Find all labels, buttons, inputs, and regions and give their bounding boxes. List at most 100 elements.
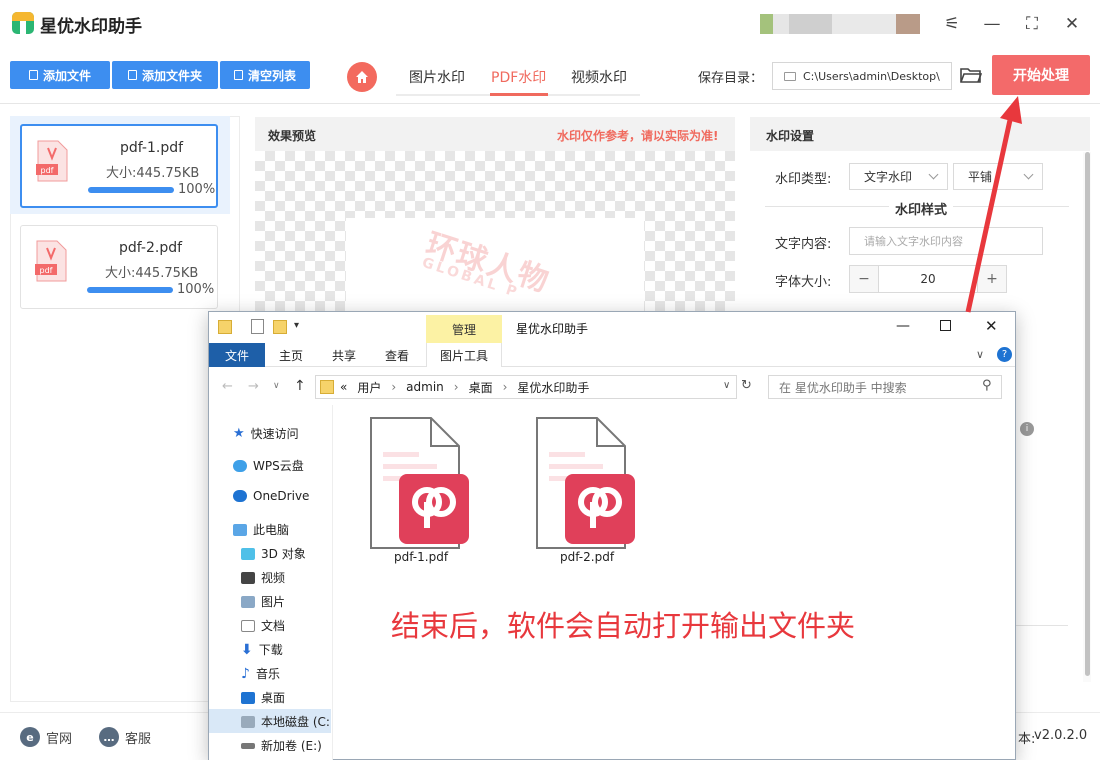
star-icon: ★ — [233, 426, 245, 441]
help-icon[interactable]: ? — [997, 347, 1012, 362]
up-arrow-icon[interactable]: ↑ — [294, 378, 306, 394]
title-bar — [0, 0, 1100, 48]
forward-arrow-icon[interactable]: → — [248, 379, 259, 394]
nav-onedrive[interactable]: OneDrive — [233, 489, 309, 503]
file-item[interactable]: pdf pdf-2.pdf 大小:445.75KB 100% — [20, 225, 218, 309]
decrease-button[interactable]: − — [850, 266, 878, 292]
computer-icon — [233, 523, 247, 536]
nav-volume-e[interactable]: 新加卷 (E:) — [241, 737, 322, 754]
breadcrumb-admin[interactable]: admin — [406, 380, 444, 394]
file-item[interactable]: pdf pdf-1.pdf 大小:445.75KB 100% — [20, 124, 218, 208]
version-text: v2.0.2.0 — [1034, 728, 1088, 743]
settings-icon[interactable]: ⚟ — [938, 10, 966, 38]
chevron-down-icon — [928, 169, 939, 180]
nav-desktop[interactable]: 桌面 — [241, 689, 285, 706]
drive-icon — [241, 742, 255, 749]
tab-image-watermark[interactable]: 图片水印 — [409, 67, 465, 87]
close-icon[interactable]: ✕ — [1058, 10, 1086, 38]
explorer-file-item[interactable] — [369, 416, 479, 554]
file-size: 大小:445.75KB — [106, 166, 200, 181]
save-dir-input[interactable]: C:\Users\admin\Desktop\ — [772, 62, 952, 90]
minimize-icon[interactable]: — — [978, 10, 1006, 38]
breadcrumb-desktop[interactable]: 桌面 — [469, 379, 493, 396]
breadcrumb-sep-icon: › — [453, 380, 459, 394]
file-icon — [28, 70, 38, 80]
progress-percent: 100% — [178, 182, 216, 197]
progress-bar — [87, 287, 173, 293]
official-site-link[interactable]: e 官网 — [20, 727, 72, 747]
watermark-style-title: 水印样式 — [889, 199, 954, 218]
ribbon-tab-picture-tools[interactable]: 图片工具 — [426, 343, 502, 367]
explorer-file-name[interactable]: pdf-1.pdf — [394, 550, 448, 564]
explorer-maximize-icon[interactable] — [940, 320, 951, 331]
ribbon-tab-home[interactable]: 主页 — [279, 347, 303, 364]
recent-dropdown-icon[interactable]: ∨ — [273, 381, 280, 391]
nav-local-disk-c[interactable]: 本地磁盘 (C: — [241, 713, 330, 730]
nav-music[interactable]: ♪ 音乐 — [241, 665, 280, 682]
properties-icon[interactable] — [251, 319, 264, 334]
version-prefix: 本: — [1018, 732, 1036, 747]
nav-downloads[interactable]: ⬇ 下载 — [241, 641, 283, 658]
explorer-search-input[interactable]: 在 星优水印助手 中搜索 — [768, 375, 1002, 399]
breadcrumb-users[interactable]: 用户 — [357, 379, 381, 396]
download-icon: ⬇ — [241, 641, 253, 658]
nav-this-pc[interactable]: 此电脑 — [233, 521, 289, 538]
explorer-title: 星优水印助手 — [516, 322, 589, 336]
open-folder-icon[interactable] — [960, 66, 982, 84]
ribbon-expand-icon[interactable]: ∨ — [976, 348, 984, 361]
progress-bar — [88, 187, 174, 193]
address-bar[interactable]: « 用户 › admin › 桌面 › 星优水印助手 — [315, 375, 737, 399]
explorer-file-item[interactable] — [535, 416, 645, 554]
add-folder-button[interactable]: 添加文件夹 — [112, 61, 218, 89]
tab-pdf-watermark[interactable]: PDF水印 — [491, 67, 546, 87]
nav-3d-objects[interactable]: 3D 对象 — [241, 545, 306, 562]
clear-list-button[interactable]: 清空列表 — [220, 61, 310, 89]
tab-video-watermark[interactable]: 视频水印 — [571, 67, 627, 87]
ribbon-tab-file[interactable]: 文件 — [209, 343, 265, 367]
customer-service-link[interactable]: … 客服 — [99, 727, 151, 747]
start-process-button[interactable]: 开始处理 — [992, 55, 1090, 95]
folder-small-icon — [784, 72, 796, 81]
preview-note: 水印仅作参考，请以实际为准! — [557, 129, 719, 143]
ribbon-tab-share[interactable]: 共享 — [332, 347, 356, 364]
settings-title: 水印设置 — [766, 129, 815, 143]
progress-percent: 100% — [177, 282, 215, 297]
nav-pictures[interactable]: 图片 — [241, 593, 285, 610]
file-size: 大小:445.75KB — [105, 266, 199, 281]
info-icon[interactable]: i — [1020, 422, 1034, 436]
quick-access-dropdown-icon[interactable]: ▾ — [294, 320, 299, 331]
globe-icon: e — [20, 727, 40, 747]
address-dropdown-icon[interactable]: ∨ — [723, 380, 730, 391]
pdf-file-icon: pdf — [36, 140, 68, 182]
manage-tab[interactable]: 管理 — [426, 315, 502, 343]
nav-documents[interactable]: 文档 — [241, 617, 285, 634]
nav-quick-access[interactable]: ★ 快速访问 — [233, 425, 299, 442]
annotation-message: 结束后，软件会自动打开输出文件夹 — [391, 609, 856, 643]
user-avatar[interactable] — [760, 14, 920, 34]
svg-text:pdf: pdf — [41, 166, 54, 175]
maximize-icon[interactable]: ⛶ — [1018, 10, 1046, 38]
film-icon — [241, 571, 255, 584]
divider — [1016, 625, 1068, 626]
ribbon-tab-view[interactable]: 查看 — [385, 347, 409, 364]
nav-wps-cloud[interactable]: WPS云盘 — [233, 457, 304, 474]
explorer-minimize-icon[interactable]: — — [896, 318, 910, 334]
watermark-type-select[interactable]: 文字水印 — [849, 163, 948, 190]
back-arrow-icon[interactable]: ← — [222, 379, 233, 394]
breadcrumb-sep-icon: › — [502, 380, 508, 394]
folder-icon — [127, 70, 137, 80]
search-icon[interactable]: ⚲ — [982, 378, 992, 393]
home-button[interactable] — [347, 62, 377, 92]
new-folder-icon[interactable] — [273, 320, 287, 334]
file-name: pdf-2.pdf — [119, 240, 183, 256]
nav-videos[interactable]: 视频 — [241, 569, 285, 586]
home-icon — [356, 71, 368, 83]
folder-icon — [320, 380, 334, 394]
breadcrumb-current[interactable]: 星优水印助手 — [517, 379, 589, 396]
refresh-icon[interactable]: ↻ — [741, 378, 752, 393]
settings-scroll-thumb[interactable] — [1085, 152, 1090, 676]
folder-quick-icon[interactable] — [218, 320, 232, 334]
explorer-file-name[interactable]: pdf-2.pdf — [560, 550, 614, 564]
add-file-button[interactable]: 添加文件 — [10, 61, 110, 89]
file-name: pdf-1.pdf — [120, 140, 184, 156]
